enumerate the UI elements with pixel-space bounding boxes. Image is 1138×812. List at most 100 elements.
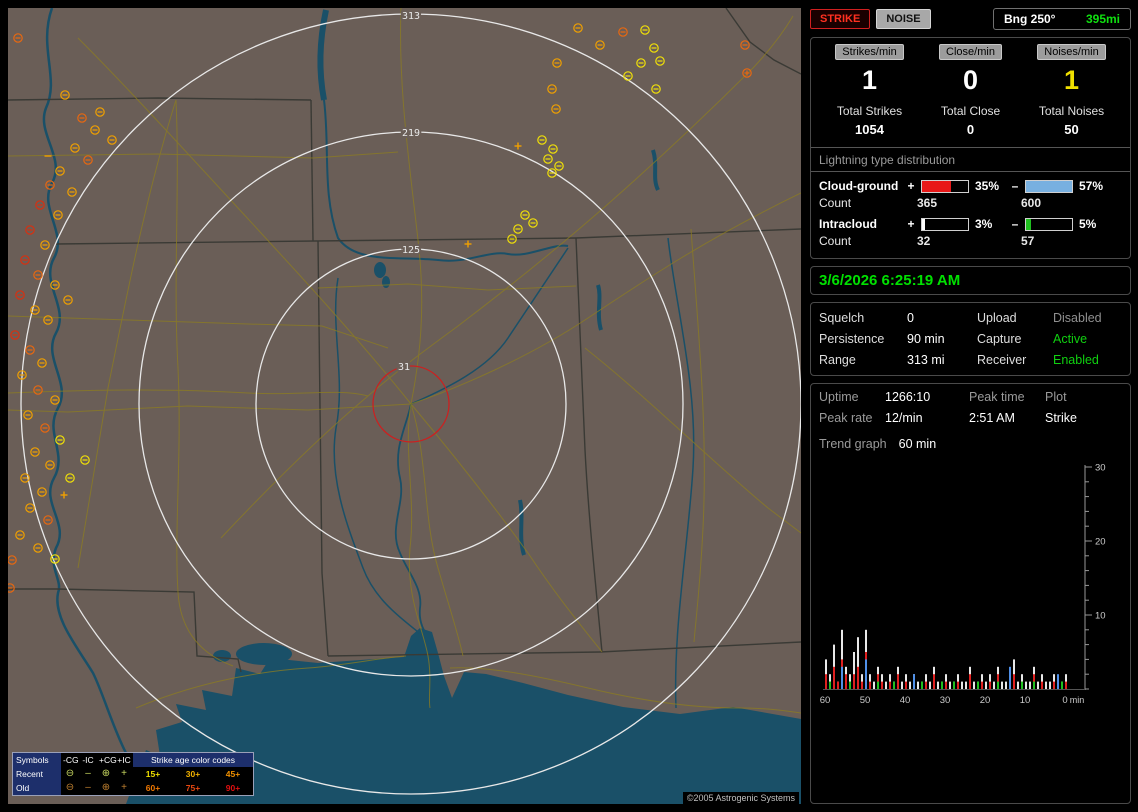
capture-status: Active xyxy=(1053,332,1088,346)
cg-positive-bar xyxy=(921,179,969,193)
total-noises-value: 50 xyxy=(1064,122,1079,137)
minus-cg-icon: ⊖ xyxy=(65,768,75,779)
age-60: 60+ xyxy=(145,783,161,793)
control-panel: STRIKE NOISE Bng 250° 395mi Strikes/min … xyxy=(810,8,1131,804)
plus-ic-icon: + xyxy=(121,782,127,793)
cloud-ground-row: Cloud-ground + 35% – 57% xyxy=(819,179,1122,193)
range-distance-value: 395mi xyxy=(1085,12,1120,26)
legend-symbols-header: Symbols xyxy=(13,753,61,767)
minus-sign: – xyxy=(1011,217,1019,231)
plus-cg-icon: ⊕ xyxy=(101,782,111,793)
lightning-map[interactable]: 313 219 125 31 xyxy=(8,8,801,804)
ic-positive-percent: 3% xyxy=(975,217,993,231)
trend-graph-header: Trend graph 60 min xyxy=(819,437,1122,451)
cloud-ground-counts: Count 365 600 xyxy=(819,196,1122,210)
noises-per-min-button[interactable]: Noises/min xyxy=(1037,44,1106,60)
intracloud-row: Intracloud + 3% – 5% xyxy=(819,217,1122,231)
legend-col-mcg: -CG xyxy=(63,755,79,765)
session-info-box: Uptime 1266:10 Peak time Plot Peak rate … xyxy=(810,383,1131,804)
strikes-per-min-value: 1 xyxy=(861,65,878,95)
svg-text:20: 20 xyxy=(1095,537,1106,548)
settings-box: Squelch 0 Upload Disabled Persistence 90… xyxy=(810,302,1131,376)
ic-negative-percent: 5% xyxy=(1079,217,1097,231)
svg-text:0: 0 xyxy=(1062,695,1067,706)
total-close-label: Total Close xyxy=(940,104,1001,118)
topbar: STRIKE NOISE Bng 250° 395mi xyxy=(810,8,1131,30)
ic-negative-count: 57 xyxy=(1021,234,1035,248)
close-per-min-value: 0 xyxy=(962,65,979,95)
peak-time-label: Peak time xyxy=(969,390,1025,404)
svg-text:10: 10 xyxy=(1020,695,1031,706)
close-rate-column: Close/min 0 Total Close 0 xyxy=(920,44,1021,137)
plus-cg-icon: ⊕ xyxy=(101,768,111,779)
legend-row-old-label: Old xyxy=(13,781,61,795)
svg-text:40: 40 xyxy=(900,695,911,706)
receiver-label: Receiver xyxy=(977,353,1027,367)
total-strikes-label: Total Strikes xyxy=(836,104,903,118)
cg-positive-percent: 35% xyxy=(975,179,1000,193)
legend-col-mic: -IC xyxy=(82,755,94,765)
strikes-per-min-button[interactable]: Strikes/min xyxy=(835,44,904,60)
ic-positive-count: 32 xyxy=(917,234,931,248)
intracloud-label: Intracloud xyxy=(819,217,878,231)
svg-text:20: 20 xyxy=(980,695,991,706)
cg-negative-count: 600 xyxy=(1021,196,1042,210)
uptime-label: Uptime xyxy=(819,390,859,404)
svg-text:219: 219 xyxy=(402,128,420,139)
statistics-box: Strikes/min 1 Total Strikes 1054 Close/m… xyxy=(810,37,1131,259)
upload-status: Disabled xyxy=(1053,311,1102,325)
age-45: 45+ xyxy=(225,769,241,779)
squelch-value: 0 xyxy=(907,311,914,325)
strike-button[interactable]: STRIKE xyxy=(810,9,871,29)
uptime-value: 1266:10 xyxy=(885,390,931,404)
bearing-value: Bng 250° xyxy=(1004,12,1056,26)
svg-text:313: 313 xyxy=(402,11,420,22)
bearing-range-display: Bng 250° 395mi xyxy=(993,8,1131,30)
peak-rate-value: 12/min xyxy=(885,411,923,425)
datetime-display: 3/6/2026 6:25:19 AM xyxy=(810,266,1131,295)
plot-label: Plot xyxy=(1045,390,1067,404)
map-legend: Symbols -CG -IC +CG +IC Strike age color… xyxy=(12,752,254,796)
range-label: Range xyxy=(819,353,856,367)
legend-row-recent-label: Recent xyxy=(13,767,61,781)
persistence-label: Persistence xyxy=(819,332,885,346)
peak-time-value: 2:51 AM xyxy=(969,411,1015,425)
strikes-rate-column: Strikes/min 1 Total Strikes 1054 xyxy=(819,44,920,137)
legend-col-pic: +IC xyxy=(117,755,131,765)
total-close-value: 0 xyxy=(966,122,975,137)
plot-value: Strike xyxy=(1045,411,1077,425)
ic-positive-bar xyxy=(921,217,969,231)
total-noises-label: Total Noises xyxy=(1038,104,1105,118)
intracloud-counts: Count 32 57 xyxy=(819,234,1122,248)
copyright-text: ©2005 Astrogenic Systems xyxy=(682,792,799,804)
close-per-min-button[interactable]: Close/min xyxy=(939,44,1002,60)
svg-text:31: 31 xyxy=(398,362,410,373)
age-15: 15+ xyxy=(145,769,161,779)
svg-text:125: 125 xyxy=(402,245,420,256)
range-value: 313 mi xyxy=(907,353,945,367)
cg-negative-percent: 57% xyxy=(1079,179,1104,193)
plus-sign: + xyxy=(907,179,915,193)
count-label: Count xyxy=(819,234,852,248)
minus-ic-icon: – xyxy=(85,768,91,779)
minus-sign: – xyxy=(1011,179,1019,193)
minus-cg-icon: ⊖ xyxy=(65,782,75,793)
noise-button[interactable]: NOISE xyxy=(876,9,931,29)
age-90: 90+ xyxy=(225,783,241,793)
squelch-label: Squelch xyxy=(819,311,865,325)
session-info-grid: Uptime 1266:10 Peak time Plot Peak rate … xyxy=(819,390,1122,425)
minus-ic-icon: – xyxy=(85,782,91,793)
map-area: 313 219 125 31 Symbols -CG -IC +CG +IC Stri… xyxy=(8,8,801,804)
count-label: Count xyxy=(819,196,852,210)
trend-graph-label: Trend graph xyxy=(819,437,887,451)
age-75: 75+ xyxy=(185,783,201,793)
svg-text:min: min xyxy=(1070,695,1085,705)
trend-graph: 10 20 30 60 50 40 30 20 10 0 min xyxy=(820,463,1106,707)
svg-text:30: 30 xyxy=(1095,463,1106,474)
age-30: 30+ xyxy=(185,769,201,779)
ic-negative-bar xyxy=(1025,217,1073,231)
cg-positive-count: 365 xyxy=(917,196,938,210)
noises-per-min-value: 1 xyxy=(1063,65,1080,95)
svg-text:30: 30 xyxy=(940,695,951,706)
peak-rate-label: Peak rate xyxy=(819,411,873,425)
